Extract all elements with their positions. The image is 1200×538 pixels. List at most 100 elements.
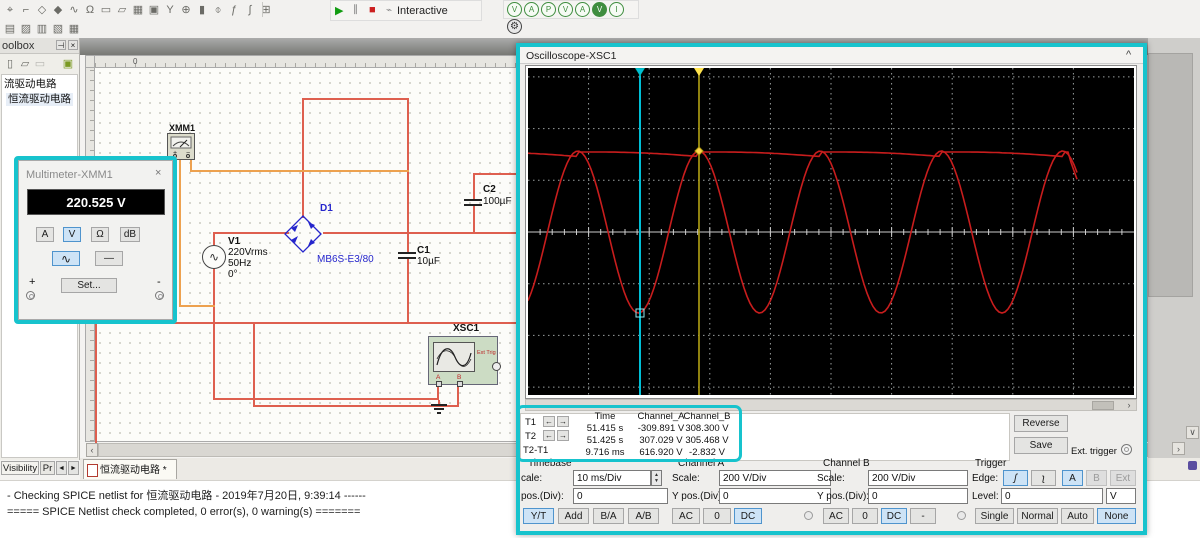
timebase-scale-field[interactable]: 10 ms/Div bbox=[573, 470, 651, 486]
channel-a-pos-field[interactable]: 0 bbox=[719, 488, 831, 504]
wire[interactable] bbox=[437, 385, 439, 400]
probe-settings-icon[interactable]: ⚙ bbox=[507, 19, 522, 34]
probe-wire[interactable] bbox=[190, 170, 409, 172]
fit-icon[interactable]: ▧ bbox=[51, 21, 65, 35]
scope-scrollbar-thumb[interactable] bbox=[1092, 401, 1114, 410]
timebase-ba-button[interactable]: B/A bbox=[593, 508, 624, 524]
wire[interactable] bbox=[213, 232, 215, 245]
trigger-rising-edge-button[interactable]: ʃ bbox=[1003, 470, 1028, 486]
trigger-single-button[interactable]: Single bbox=[975, 508, 1014, 524]
toolbox-pin-button[interactable]: ⊣ bbox=[56, 40, 66, 50]
channel-b-pos-field[interactable]: 0 bbox=[868, 488, 968, 504]
tree-item-project[interactable]: 流驱动电路 bbox=[4, 79, 57, 90]
wire[interactable] bbox=[302, 98, 304, 218]
hierarchy-icon[interactable]: ▨ bbox=[19, 21, 33, 35]
c2-refdes[interactable]: C2 bbox=[483, 185, 496, 195]
channel-a-scale-field[interactable]: 200 V/Div bbox=[719, 470, 831, 486]
probe-current-icon[interactable]: A bbox=[524, 2, 539, 17]
wire[interactable] bbox=[457, 385, 459, 407]
c1-refdes[interactable]: C1 bbox=[417, 246, 430, 256]
ext-trigger-terminal[interactable] bbox=[1121, 444, 1132, 455]
probe-wire[interactable] bbox=[179, 305, 215, 307]
source-icon[interactable]: ◆ bbox=[51, 2, 65, 16]
grid-icon[interactable]: ▦ bbox=[67, 21, 81, 35]
multimeter-minus-terminal[interactable] bbox=[155, 291, 164, 300]
zoom-icon[interactable]: ▥ bbox=[35, 21, 49, 35]
probe-voltage-live-icon[interactable]: V bbox=[592, 2, 607, 17]
edit-doc-icon[interactable]: ▱ bbox=[18, 56, 32, 70]
tab-scroll-left[interactable]: ◄ bbox=[56, 461, 67, 475]
inductor-icon[interactable]: ∿ bbox=[67, 2, 81, 16]
multimeter-ohms-button[interactable]: Ω bbox=[91, 227, 109, 242]
box-icon[interactable]: ▱ bbox=[115, 2, 129, 16]
t1-move-right-button[interactable]: → bbox=[557, 416, 569, 427]
oscilloscope-instrument-icon[interactable]: Ext Trig A B bbox=[428, 336, 501, 387]
timebase-yt-button[interactable]: Y/T bbox=[523, 508, 554, 524]
channel-b-ac-button[interactable]: AC bbox=[823, 508, 849, 524]
vertical-scrollbar-thumb[interactable] bbox=[1148, 53, 1193, 297]
timebase-ab-button[interactable]: A/B bbox=[628, 508, 659, 524]
channel-a-zero-button[interactable]: 0 bbox=[703, 508, 731, 524]
t1-move-left-button[interactable]: ← bbox=[543, 416, 555, 427]
status-tray-icon[interactable] bbox=[1188, 461, 1197, 470]
channel-b-dc-button[interactable]: DC bbox=[881, 508, 907, 524]
filter-icon[interactable]: ▣ bbox=[61, 56, 75, 70]
wire[interactable] bbox=[213, 267, 215, 398]
save-button[interactable]: Save bbox=[1014, 437, 1068, 454]
wire[interactable] bbox=[323, 232, 520, 234]
canvas-scroll-left-button[interactable]: ‹ bbox=[86, 443, 98, 457]
tab-visibility[interactable]: Visibility bbox=[1, 461, 39, 475]
diode-icon[interactable]: ◇ bbox=[35, 2, 49, 16]
probe-wire[interactable] bbox=[190, 160, 192, 170]
multimeter-close-icon[interactable]: × bbox=[155, 167, 161, 179]
wire[interactable] bbox=[407, 98, 409, 252]
bus-icon[interactable]: ▮ bbox=[195, 2, 209, 16]
timebase-add-button[interactable]: Add bbox=[558, 508, 589, 524]
channel-b-minus-button[interactable]: - bbox=[910, 508, 936, 524]
tab-scroll-right[interactable]: ► bbox=[68, 461, 79, 475]
pause-button[interactable]: ∥ bbox=[353, 4, 358, 15]
trigger-source-ext-button[interactable]: Ext bbox=[1110, 470, 1136, 486]
reverse-button[interactable]: Reverse bbox=[1014, 415, 1068, 432]
wire[interactable] bbox=[253, 405, 459, 407]
probe-digital-icon[interactable]: I bbox=[609, 2, 624, 17]
t2-move-right-button[interactable]: → bbox=[557, 430, 569, 441]
mcu-icon[interactable]: ▦ bbox=[131, 2, 145, 16]
channel-a-dc-button[interactable]: DC bbox=[734, 508, 762, 524]
tab-pr[interactable]: Pr bbox=[40, 461, 55, 475]
scroll-down-button[interactable]: ∨ bbox=[1186, 426, 1199, 439]
tree-item-circuit[interactable]: 恒流驱动电路 bbox=[6, 93, 73, 106]
trigger-level-field[interactable]: 0 bbox=[1001, 488, 1103, 504]
probe-power-icon[interactable]: P bbox=[541, 2, 556, 17]
v1-source-symbol[interactable]: ∿ bbox=[202, 245, 226, 269]
multimeter-set-button[interactable]: Set... bbox=[61, 278, 117, 293]
wye-icon[interactable]: Y bbox=[163, 3, 177, 17]
ground-symbol[interactable] bbox=[430, 400, 448, 414]
multimeter-db-button[interactable]: dB bbox=[120, 227, 140, 242]
wire[interactable] bbox=[213, 398, 439, 400]
wire[interactable] bbox=[473, 173, 475, 201]
wire[interactable] bbox=[473, 173, 520, 175]
trigger-none-button[interactable]: None bbox=[1097, 508, 1136, 524]
channel-a-input-terminal[interactable] bbox=[804, 511, 813, 520]
trigger-normal-button[interactable]: Normal bbox=[1017, 508, 1058, 524]
multimeter-plus-terminal[interactable] bbox=[26, 291, 35, 300]
channel-a-ac-button[interactable]: AC bbox=[672, 508, 700, 524]
timebase-scale-spinner[interactable]: ▲ ▼ bbox=[651, 470, 662, 486]
multimeter-dialog[interactable]: Multimeter-XMM1 × 220.525 V A V Ω dB ∿ —… bbox=[18, 160, 173, 320]
copy-doc-icon[interactable]: ▭ bbox=[33, 56, 47, 70]
wire[interactable] bbox=[407, 258, 409, 324]
wire[interactable] bbox=[253, 322, 255, 407]
bridge-rectifier-symbol[interactable] bbox=[283, 214, 323, 254]
timebase-pos-field[interactable]: 0 bbox=[573, 488, 668, 504]
probe-tool-icon[interactable]: ⌽ bbox=[211, 3, 225, 17]
new-doc-icon[interactable]: ▯ bbox=[3, 56, 17, 70]
t2-move-left-button[interactable]: ← bbox=[543, 430, 555, 441]
stop-button[interactable]: ■ bbox=[369, 4, 376, 16]
scroll-right-button[interactable]: › bbox=[1172, 442, 1185, 455]
scope-scroll-right-button[interactable]: › bbox=[1122, 400, 1136, 410]
wire[interactable] bbox=[302, 98, 409, 100]
graph-icon[interactable]: ∫ bbox=[243, 3, 257, 17]
trigger-source-a-button[interactable]: A bbox=[1062, 470, 1083, 486]
oscilloscope-titlebar[interactable]: Oscilloscope-XSC1 ^ bbox=[520, 47, 1143, 64]
